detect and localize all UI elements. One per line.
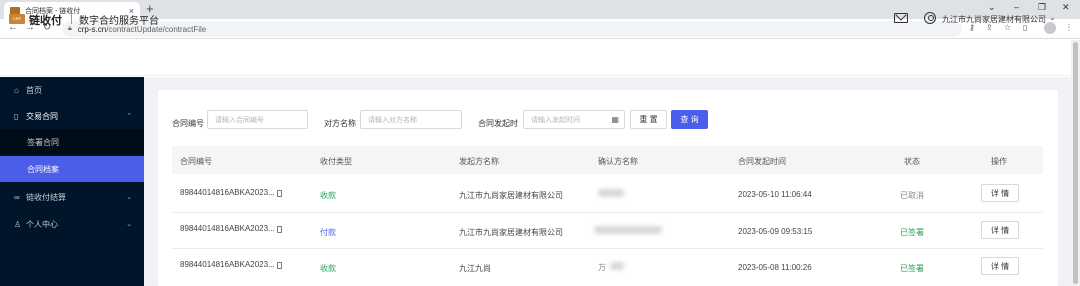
detail-button[interactable]: 详 情: [981, 184, 1019, 202]
address-bar-row: ← → ↻ 🔒︎ crp-s.cn /contractUpdate/contra…: [0, 19, 1080, 39]
mail-icon[interactable]: [894, 13, 908, 23]
home-icon: ⌂: [14, 85, 19, 95]
sidebar-item-label: 个人中心: [26, 219, 58, 229]
table-cell-contract-no: 89844014816ABKA2023...: [180, 188, 282, 197]
redacted-confirmer: [594, 226, 662, 234]
table-cell-type: 付款: [320, 228, 336, 237]
query-button[interactable]: 查 询: [671, 110, 708, 129]
file-icon: ▯: [14, 111, 19, 121]
chevron-down-icon[interactable]: ⌄: [1049, 13, 1056, 22]
logo-icon: CRP: [9, 14, 25, 24]
company-name[interactable]: 九江市九尚家居建材有限公司: [942, 14, 1046, 25]
row-divider: [172, 248, 1043, 249]
table-cell-time: 2023-05-10 11:06:44: [738, 190, 812, 199]
detail-button[interactable]: 详 情: [981, 257, 1019, 275]
column-header: 收付类型: [320, 157, 352, 166]
close-window-button[interactable]: ✕: [1062, 2, 1070, 13]
contract-no-label: 合同编号: [172, 119, 204, 128]
date-picker-input[interactable]: 请输入发起时间 ▦: [523, 110, 625, 129]
table-cell-initiator: 九江九尚: [459, 264, 491, 273]
table-cell-initiator: 九江市九尚家居建材有限公司: [459, 228, 563, 237]
sidebar-item-home[interactable]: ⌂ 首页: [0, 77, 144, 103]
column-header: 状态: [904, 157, 920, 166]
chevron-up-icon: ⌃: [126, 113, 132, 120]
table-cell-time: 2023-05-08 11:00:26: [738, 263, 812, 272]
chevron-down-icon: ⌄: [126, 221, 132, 228]
sidebar-item-personal-center[interactable]: ♙ 个人中心 ⌄: [0, 211, 144, 237]
browser-tabbar: 合同档案 - 链收付 × + ⌄ – ❐ ✕: [0, 0, 1080, 19]
sidebar-item-label: 合同档案: [27, 164, 59, 174]
column-header: 操作: [991, 157, 1007, 166]
scrollbar-thumb[interactable]: [1073, 42, 1078, 284]
calendar-icon: ▦: [611, 115, 619, 124]
platform-title: 数字合约服务平台: [79, 16, 159, 27]
lock-icon: 🔒︎: [68, 25, 72, 32]
user-icon: ♙: [14, 219, 22, 229]
table-cell-initiator: 九江市九尚家居建材有限公司: [459, 191, 563, 200]
detail-button[interactable]: 详 情: [981, 221, 1019, 239]
maximize-button[interactable]: ❐: [1038, 2, 1046, 13]
table-cell-type: 收款: [320, 191, 336, 200]
copy-icon[interactable]: [276, 226, 282, 233]
sidebar-item-sign-contract[interactable]: 签署合同: [0, 129, 144, 155]
redacted-confirmer: [610, 262, 624, 270]
table-cell-time: 2023-05-09 09:53:15: [738, 227, 813, 236]
copy-icon[interactable]: [276, 190, 282, 197]
column-header: 发起方名称: [459, 157, 499, 166]
party-name-label: 对方名称: [324, 119, 356, 128]
table-cell-contract-no: 89844014816ABKA2023...: [180, 224, 282, 233]
column-header: 确认方名称: [598, 157, 638, 166]
tab-search-icon[interactable]: ⌄: [988, 2, 996, 13]
chevron-down-icon: ⌄: [126, 194, 132, 201]
sidebar-item-label: 首页: [26, 85, 42, 95]
column-header: 合同发起时间: [738, 157, 786, 166]
url-field[interactable]: 🔒︎ crp-s.cn /contractUpdate/contractFile: [62, 21, 962, 37]
contract-no-input[interactable]: 请输入合同编号: [207, 110, 308, 129]
link-icon: ∞: [14, 192, 20, 202]
copy-icon[interactable]: [276, 262, 282, 269]
app-header: [0, 40, 1080, 76]
sidebar-item-contract-archive[interactable]: 合同档案: [0, 156, 144, 182]
brand-name: 链收付: [29, 15, 62, 27]
row-divider: [172, 212, 1043, 213]
status-badge: 已签署: [900, 228, 924, 237]
party-name-input[interactable]: 请输入对方名称: [360, 110, 462, 129]
table-cell-contract-no: 89844014816ABKA2023...: [180, 260, 282, 269]
date-label: 合同发起时: [478, 119, 518, 128]
reset-button[interactable]: 重 置: [630, 110, 667, 129]
sidebar-item-contracts[interactable]: ▯ 交易合同 ⌃: [0, 103, 144, 129]
brand-divider: [71, 13, 72, 24]
redacted-confirmer: [598, 189, 624, 197]
menu-icon[interactable]: ⋮: [1065, 23, 1073, 32]
sidebar-item-label: 签署合同: [27, 137, 59, 147]
table-cell-type: 收款: [320, 264, 336, 273]
table-cell-confirmer: 万: [598, 263, 606, 272]
minimize-button[interactable]: –: [1014, 2, 1019, 12]
status-badge: 已签署: [900, 264, 924, 273]
status-badge: 已取消: [900, 191, 924, 200]
sidebar-item-label: 交易合同: [26, 111, 58, 121]
column-header: 合同编号: [180, 157, 212, 166]
date-placeholder: 请输入发起时间: [531, 116, 580, 124]
user-avatar-icon[interactable]: [924, 12, 936, 24]
sidebar-item-label: 链收付结算: [26, 192, 66, 202]
sidebar-item-settlement[interactable]: ∞ 链收付结算 ⌄: [0, 184, 144, 210]
